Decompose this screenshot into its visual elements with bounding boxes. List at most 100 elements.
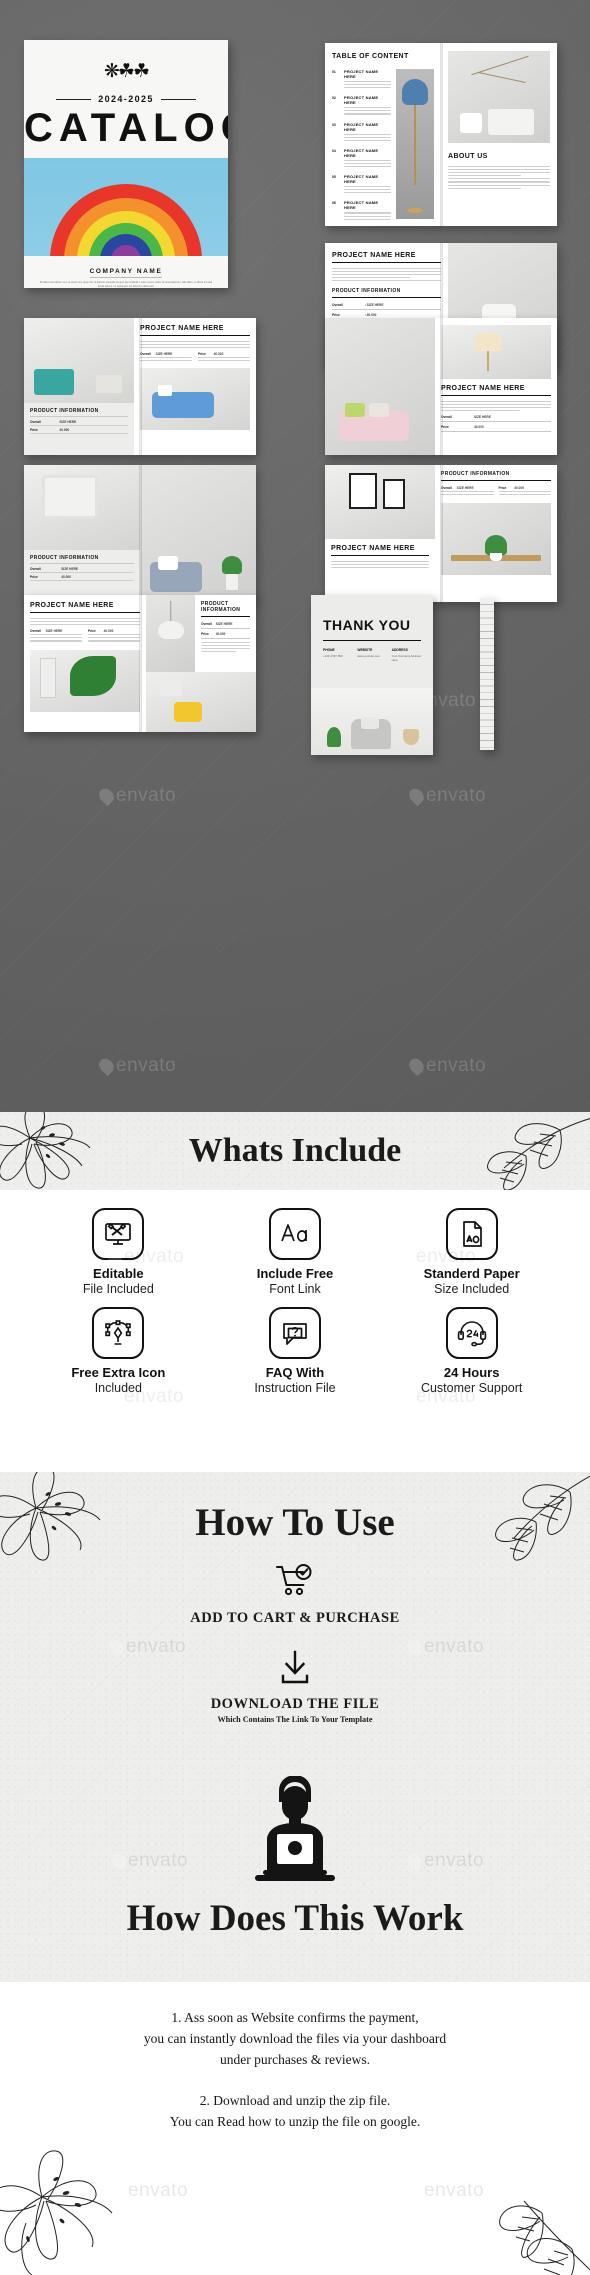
- text-page: PROJECT NAME HERE Overall SIZE HERE Price…: [24, 595, 146, 732]
- contact-value: +123 4 567 890: [323, 654, 343, 658]
- project-body: [332, 268, 441, 282]
- divider: [332, 262, 441, 263]
- mixed-page: PRODUCT INFORMATION Overall SIZE HERE Pri…: [146, 595, 256, 732]
- field-label: Price: [332, 313, 340, 318]
- divider: [332, 297, 441, 299]
- field-label: Overall: [140, 352, 151, 357]
- project-spread-c: PROJECT NAME HERE Overall SIZE HERE Price…: [325, 318, 557, 455]
- field-value: 40.000: [213, 352, 224, 357]
- text-page: PROJECT NAME HERE Overall SIZE HERE Price…: [134, 318, 256, 455]
- toc-number: 02: [332, 96, 336, 101]
- field-label: Overall: [30, 629, 41, 634]
- toc-item: 06 PROJECT NAME HERE: [332, 200, 391, 221]
- feature-subtitle: Instruction File: [254, 1380, 336, 1395]
- field-value: 40.000: [103, 629, 114, 634]
- how-does-this-work-banner: envato envato How Does This Work: [0, 1750, 590, 1982]
- toc-desc: [344, 186, 391, 194]
- project-spread-f: PROJECT NAME HERE Overall SIZE HERE Price…: [24, 595, 256, 732]
- step-add-to-cart: ADD TO CART & PURCHASE: [0, 1559, 590, 1627]
- field-value: 40.000: [59, 428, 70, 433]
- toc-desc: [344, 81, 391, 89]
- about-hero-photo: [448, 51, 550, 143]
- feature-subtitle: Size Included: [434, 1281, 510, 1296]
- how-does-this-work-body: envato envato 1. Ass soon as Website con…: [0, 1982, 590, 2275]
- product-info-heading: PRODUCT INFORMATION: [201, 601, 241, 613]
- monstera-photo: [30, 649, 140, 712]
- field-value: SIZE HERE: [456, 486, 474, 490]
- thank-you-title: THANK YOU: [323, 617, 411, 633]
- thank-you-page: THANK YOU PHONE +123 4 567 890 WEBSITE w…: [311, 595, 433, 755]
- field-value: SIZE HERE: [59, 419, 77, 424]
- step-subtitle: Which Contains The Link To Your Template: [217, 1715, 373, 1724]
- project-title: PROJECT NAME HERE: [30, 602, 114, 609]
- fireplace-photo: [24, 465, 140, 550]
- project-title: PROJECT NAME HERE: [441, 385, 525, 392]
- thank-you-photo: [311, 687, 433, 755]
- whats-include-banner: Whats Include: [0, 1112, 590, 1190]
- field-value: 40.000: [61, 575, 71, 580]
- field-label: Price: [30, 428, 38, 433]
- headset-24h-icon: [445, 1306, 498, 1359]
- cart-check-icon: [0, 1559, 590, 1605]
- photo-page: PROJECT NAME HERE: [325, 465, 435, 602]
- faq-question-bubble-icon: [268, 1306, 321, 1359]
- project-title: PROJECT NAME HERE: [332, 252, 416, 259]
- feature-subtitle: Font Link: [269, 1281, 321, 1296]
- photo-page: PRODUCT INFORMATION Overall SIZE HERE Pri…: [24, 465, 140, 602]
- how-to-use-title: How To Use: [195, 1501, 395, 1544]
- whats-include-features: envato envato envato envato Editable Fil…: [0, 1190, 590, 1472]
- field-label: Price: [498, 486, 507, 490]
- photo-page: PRODUCT INFORMATION Overall SIZE HERE Pri…: [24, 318, 134, 455]
- cover-footer: COMPANY NAME Proident aut labore cum ut …: [24, 256, 228, 288]
- toc-label: PROJECT NAME HERE: [344, 69, 379, 79]
- field-value: 40.000: [215, 632, 226, 636]
- edit-pencil-icon: [0, 1742, 590, 1750]
- project-caption: PROJECT NAME HERE: [325, 539, 435, 576]
- toc-page: TABLE OF CONTENT 01 PROJECT NAME HERE 02…: [325, 43, 441, 226]
- field-label: Price: [88, 629, 96, 634]
- paper-size-a0-icon: [445, 1208, 498, 1260]
- project-spread-d: PRODUCT INFORMATION Overall SIZE HERE Pri…: [24, 465, 256, 602]
- feature-free-extra-icon: Free Extra Icon Included: [30, 1306, 207, 1396]
- product-info-box: PRODUCT INFORMATION Overall SIZE HERE Pri…: [24, 402, 134, 455]
- sofa-photo: [140, 368, 250, 431]
- toc-desc: [344, 159, 391, 168]
- toc-number: 05: [332, 175, 336, 180]
- table-of-content-spread: TABLE OF CONTENT 01 PROJECT NAME HERE 02…: [325, 43, 557, 226]
- field-label: Price: [30, 575, 38, 580]
- toc-desc: [344, 133, 391, 141]
- step-title: DOWNLOAD THE FILE: [210, 1696, 380, 1712]
- editable-monitor-icon: [92, 1208, 145, 1260]
- contact-label: WEBSITE: [357, 648, 373, 652]
- field-label: Price: [198, 352, 206, 357]
- watermark: envato: [112, 2180, 188, 2202]
- watermark: envato: [100, 1055, 176, 1077]
- pendant-lamp-photo: [146, 595, 195, 672]
- field-label: Overall: [30, 566, 41, 571]
- frames-photo: [325, 465, 435, 539]
- toc-label: PROJECT NAME HERE: [344, 174, 379, 185]
- field-sep: :: [364, 313, 366, 318]
- contact-label: PHONE: [323, 648, 335, 652]
- cover-year-row: 2024-2025: [24, 94, 228, 104]
- text-page: PROJECT NAME HERE Overall SIZE HERE Price…: [435, 318, 557, 455]
- feature-title: FAQ With: [265, 1364, 325, 1380]
- product-info-heading: PRODUCT INFORMATION: [332, 288, 401, 295]
- cover-company-name: COMPANY NAME: [89, 268, 163, 278]
- vector-pen-node-icon: [92, 1306, 145, 1359]
- cover-rainbow-photo: [24, 158, 228, 256]
- feature-24h-support: 24 Hours Customer Support: [383, 1306, 560, 1396]
- field-label: Price: [201, 632, 209, 636]
- toc-item: 02 PROJECT NAME HERE: [332, 95, 391, 116]
- toc-number: 01: [332, 70, 336, 74]
- how-does-this-work-copy: 1. Ass soon as Website confirms the paym…: [0, 1982, 590, 2163]
- feature-subtitle: Customer Support: [420, 1380, 523, 1395]
- toc-item: 04 PROJECT NAME HERE: [332, 148, 391, 169]
- how-to-use-steps: ADD TO CART & PURCHASE DOWNLOAD THE FILE…: [0, 1545, 590, 1750]
- toc-desc: [344, 107, 391, 115]
- rule-left: [56, 98, 92, 100]
- product-info-heading: PRODUCT INFORMATION: [30, 407, 99, 414]
- toc-item: 05 PROJECT NAME HERE: [332, 174, 391, 195]
- feature-subtitle: Included: [94, 1380, 142, 1395]
- how-to-use-section: envato envato How To Use ADD TO CART & P…: [0, 1472, 590, 1750]
